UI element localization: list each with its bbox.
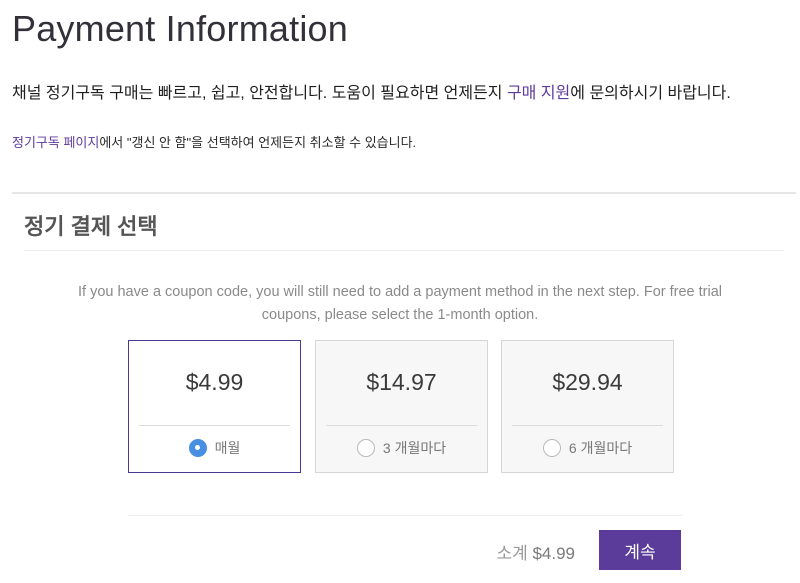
page-title: Payment Information <box>12 8 348 49</box>
cancel-note-text: 에서 "갱신 안 함"을 선택하여 언제든지 취소할 수 있습니다. <box>99 135 417 150</box>
plan-divider <box>326 425 477 426</box>
plan-card-monthly[interactable]: $4.99 매월 <box>128 340 301 473</box>
plan-label: 매월 <box>214 440 241 456</box>
continue-button[interactable]: 계속 <box>599 530 681 570</box>
plan-label: 6 개월마다 <box>568 440 633 456</box>
coupon-note: If you have a coupon code, you will stil… <box>0 281 800 327</box>
intro-text: 채널 정기구독 구매는 빠르고, 쉽고, 안전합니다. 도움이 필요하면 언제든… <box>12 79 731 103</box>
subtotal-label: 소계 <box>496 544 528 563</box>
plan-card-3-months[interactable]: $14.97 3 개월마다 <box>315 340 488 473</box>
intro-text-before: 채널 정기구독 구매는 빠르고, 쉽고, 안전합니다. 도움이 필요하면 언제든… <box>12 85 507 102</box>
intro-text-after: 에 문의하시기 바랍니다. <box>570 85 731 102</box>
section-divider <box>24 250 784 251</box>
plan-price: $29.94 <box>552 369 623 395</box>
plan-divider <box>139 425 290 426</box>
plan-price: $14.97 <box>366 369 437 395</box>
section-title: 정기 결제 선택 <box>24 214 158 239</box>
plan-option: 3 개월마다 <box>316 438 487 458</box>
summary-divider <box>128 515 682 516</box>
radio-unselected-icon[interactable] <box>542 439 561 457</box>
radio-unselected-icon[interactable] <box>356 439 375 457</box>
divider <box>12 192 796 194</box>
plan-option: 6 개월마다 <box>502 438 673 458</box>
coupon-note-line-2: coupons, please select the 1-month optio… <box>261 307 539 323</box>
radio-selected-icon[interactable] <box>188 439 207 457</box>
plan-price: $4.99 <box>185 369 244 395</box>
subscriptions-page-link[interactable]: 정기구독 페이지 <box>12 135 99 150</box>
cancel-note: 정기구독 페이지에서 "갱신 안 함"을 선택하여 언제든지 취소할 수 있습니… <box>12 132 416 151</box>
plan-label: 3 개월마다 <box>382 440 447 456</box>
plan-divider <box>512 425 663 426</box>
coupon-note-line-1: If you have a coupon code, you will stil… <box>77 284 722 300</box>
purchase-support-link[interactable]: 구매 지원 <box>507 85 570 102</box>
subtotal: 소계 $4.99 <box>496 539 575 564</box>
plan-card-6-months[interactable]: $29.94 6 개월마다 <box>501 340 674 473</box>
plan-option: 매월 <box>129 438 300 458</box>
subtotal-value: $4.99 <box>532 544 575 563</box>
